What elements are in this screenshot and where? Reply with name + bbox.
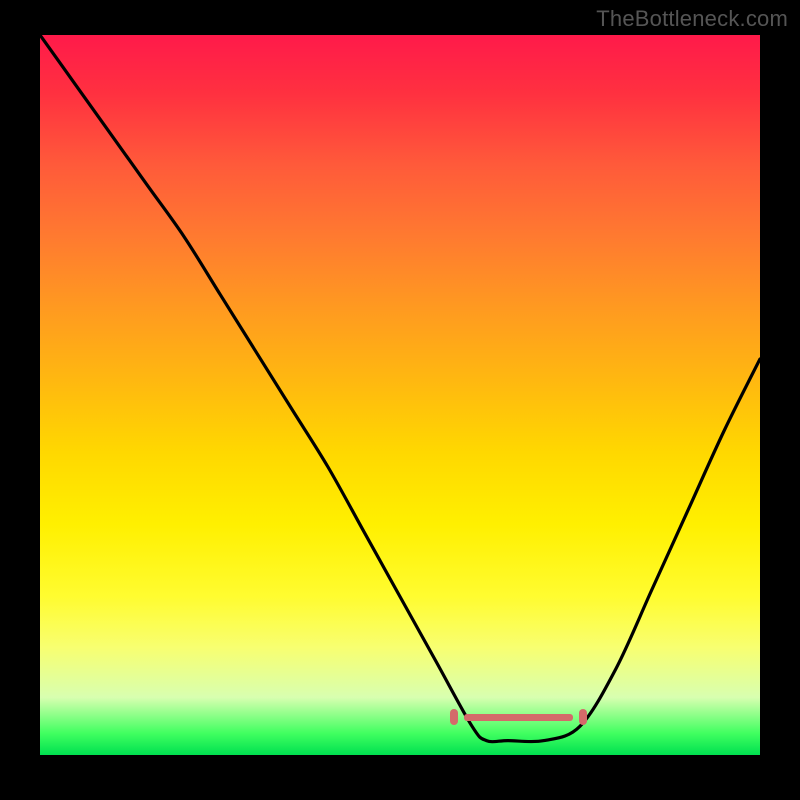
range-start-dot xyxy=(450,709,458,725)
curve-path xyxy=(40,35,760,742)
plot-area xyxy=(40,35,760,755)
bottleneck-curve xyxy=(40,35,760,755)
range-bar xyxy=(464,714,573,721)
range-end-dot xyxy=(579,709,587,725)
optimal-range-marker xyxy=(450,709,587,725)
watermark-text: TheBottleneck.com xyxy=(596,6,788,32)
